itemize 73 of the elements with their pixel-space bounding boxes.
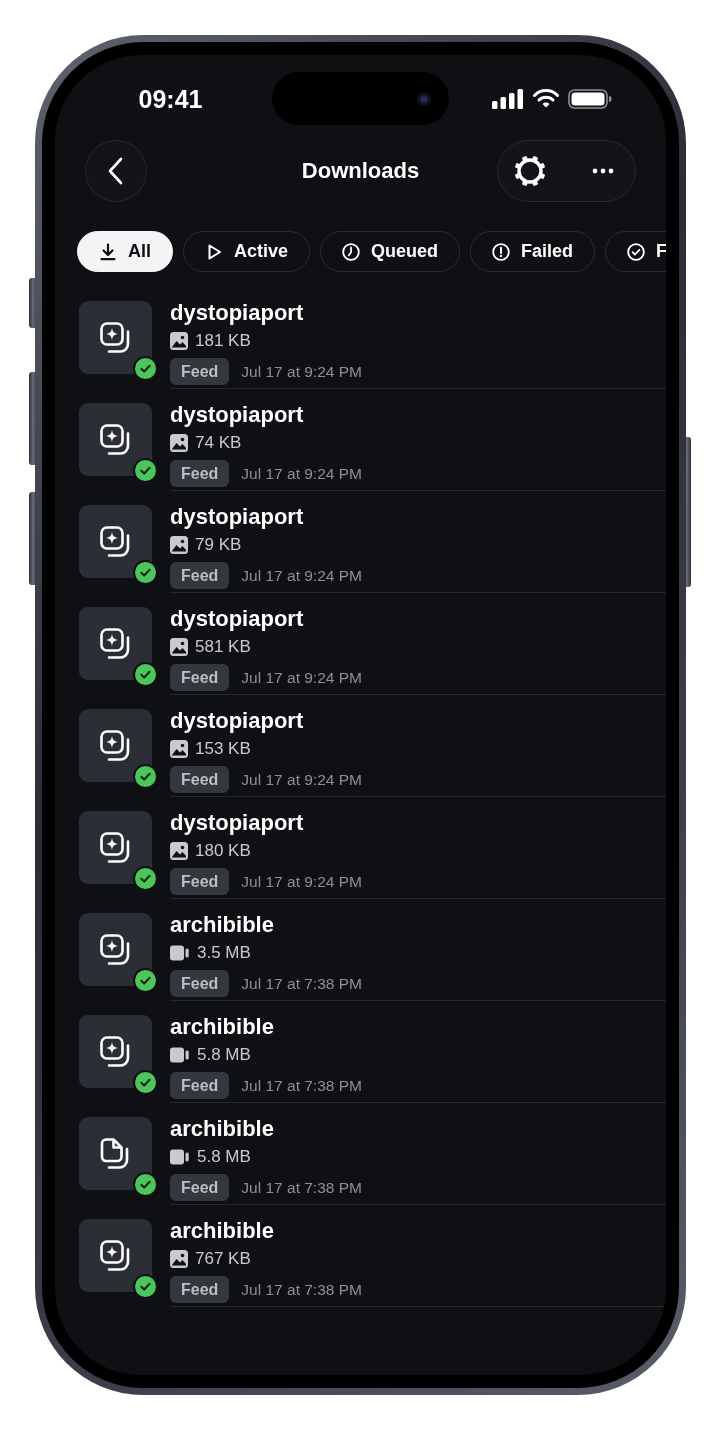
account-name: dystopiaport [170, 505, 304, 529]
check-circle-icon [627, 242, 646, 261]
account-name: dystopiaport [170, 709, 304, 733]
image-icon [170, 638, 188, 656]
image-icon [170, 434, 188, 452]
source-tag: Feed [170, 562, 230, 589]
source-tag: Feed [170, 358, 230, 385]
download-date: Jul 17 at 7:38 PM [241, 1280, 362, 1299]
sparkle-square-stack-icon [99, 1239, 132, 1272]
download-date: Jul 17 at 9:24 PM [241, 668, 362, 687]
file-size: 153 KB [195, 738, 251, 760]
sparkle-square-stack-icon [99, 831, 132, 864]
file-size: 767 KB [195, 1248, 251, 1270]
file-size: 181 KB [195, 330, 251, 352]
wifi-icon [532, 89, 559, 108]
signal-icon [491, 88, 524, 109]
image-icon [170, 842, 188, 860]
download-date: Jul 17 at 7:38 PM [241, 974, 362, 993]
image-icon [170, 536, 188, 554]
account-name: archibible [170, 1015, 274, 1039]
sparkle-square-stack-icon [99, 1035, 132, 1068]
source-tag: Feed [170, 460, 230, 487]
source-tag: Feed [170, 1174, 230, 1201]
download-date: Jul 17 at 7:38 PM [241, 1178, 362, 1197]
source-tag: Feed [170, 664, 230, 691]
account-name: archibible [170, 1117, 274, 1141]
download-date: Jul 17 at 9:24 PM [241, 872, 362, 891]
sparkle-square-stack-icon [99, 525, 132, 558]
video-camera-icon [170, 1046, 190, 1064]
file-size: 581 KB [195, 636, 251, 658]
sparkle-square-stack-icon [99, 423, 132, 456]
download-date: Jul 17 at 7:38 PM [241, 1076, 362, 1095]
account-name: dystopiaport [170, 403, 304, 427]
battery-icon [567, 88, 612, 109]
more-icon[interactable] [592, 168, 614, 174]
source-tag: Feed [170, 868, 230, 895]
status-time: 09:41 [138, 83, 203, 114]
alert-icon [492, 242, 511, 261]
settings-icon[interactable] [514, 155, 546, 187]
download-date: Jul 17 at 9:24 PM [241, 566, 362, 585]
image-icon [170, 740, 188, 758]
file-size: 79 KB [195, 534, 242, 556]
download-date: Jul 17 at 9:24 PM [241, 464, 362, 483]
sparkle-square-stack-icon [99, 933, 132, 966]
video-camera-icon [170, 1148, 190, 1166]
image-icon [170, 1250, 188, 1268]
page-title: Downloads [301, 158, 420, 184]
file-size: 5.8 MB [197, 1044, 251, 1066]
account-name: archibible [170, 1219, 274, 1243]
account-name: dystopiaport [170, 811, 304, 835]
source-tag: Feed [170, 1276, 230, 1303]
download-date: Jul 17 at 9:24 PM [241, 770, 362, 789]
sparkle-square-stack-icon [99, 729, 132, 762]
filter-chip[interactable]: All [77, 231, 173, 272]
file-size: 5.8 MB [197, 1146, 251, 1168]
account-name: archibible [170, 913, 274, 937]
image-icon [170, 332, 188, 350]
video-camera-icon [170, 944, 190, 962]
account-name: dystopiaport [170, 301, 304, 325]
source-tag: Feed [170, 766, 230, 793]
chevron-left-icon [106, 157, 123, 185]
source-tag: Feed [170, 970, 230, 997]
download-icon [99, 242, 117, 261]
file-size: 3.5 MB [197, 942, 251, 964]
account-name: dystopiaport [170, 607, 304, 631]
file-size: 180 KB [195, 840, 251, 862]
file-size: 74 KB [195, 432, 242, 454]
clock-icon [342, 242, 361, 261]
sparkle-square-stack-icon [99, 321, 132, 354]
download-date: Jul 17 at 9:24 PM [241, 362, 362, 381]
camera-lens-icon [417, 91, 431, 106]
sparkle-square-stack-icon [99, 627, 132, 660]
source-tag: Feed [170, 1072, 230, 1099]
